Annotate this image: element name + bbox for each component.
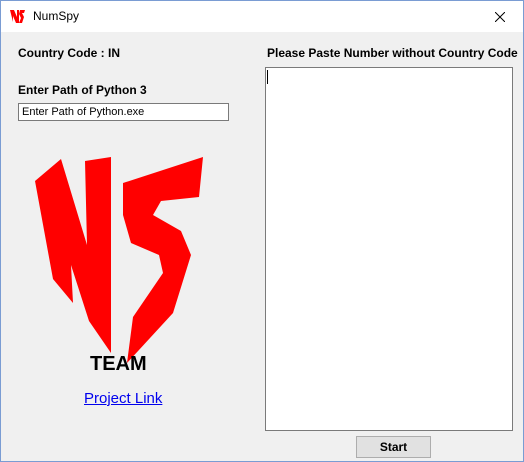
close-icon: [495, 11, 505, 22]
title-bar[interactable]: NumSpy: [1, 1, 523, 32]
text-caret: [267, 70, 268, 84]
country-code-label: Country Code : IN: [18, 46, 120, 60]
ns-logo: [35, 157, 203, 363]
ns-logo-icon: [10, 10, 25, 23]
team-label: TEAM: [90, 353, 147, 375]
python-path-label: Enter Path of Python 3: [18, 83, 147, 97]
client-area: Country Code : IN Enter Path of Python 3…: [1, 32, 523, 461]
python-path-input[interactable]: [18, 103, 229, 121]
paste-number-label: Please Paste Number without Country Code: [267, 46, 518, 60]
project-link[interactable]: Project Link: [84, 390, 162, 407]
app-window: NumSpy Country Code : IN Enter Path of P…: [0, 0, 524, 462]
numbers-textarea[interactable]: [265, 67, 513, 431]
start-button[interactable]: Start: [356, 436, 431, 458]
close-button[interactable]: [477, 1, 523, 32]
window-title: NumSpy: [33, 9, 80, 23]
